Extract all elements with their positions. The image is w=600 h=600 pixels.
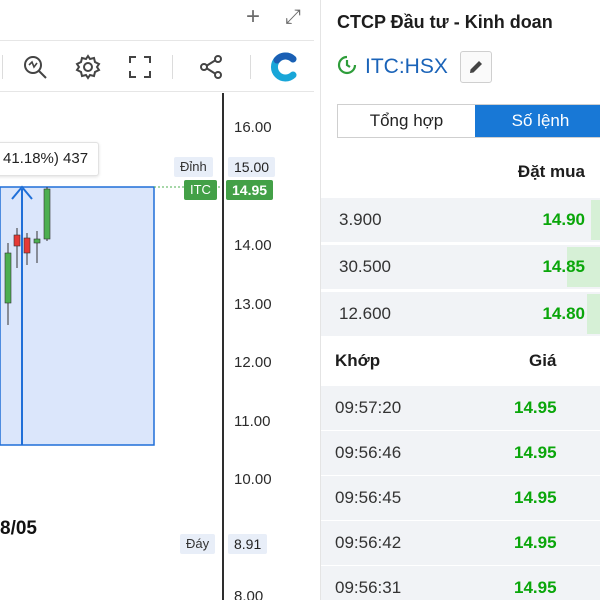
edit-pencil-icon[interactable] (459, 51, 492, 83)
match-price: 14.95 (514, 533, 557, 552)
toolbar-divider (172, 55, 173, 79)
fullscreen-icon[interactable] (124, 51, 156, 83)
expand-icon[interactable]: ⤢ (280, 4, 306, 30)
match-row[interactable]: 09:56:46 14.95 (321, 431, 600, 475)
bid-row[interactable]: 12.600 14.80 (321, 292, 600, 336)
bid-volume-bar (587, 294, 600, 334)
bid-price: 14.85 (542, 257, 585, 276)
bid-column-title: Đặt mua (517, 162, 585, 181)
bid-row[interactable]: 30.500 14.85 (321, 245, 600, 289)
match-time: 09:57:20 (335, 398, 402, 417)
chart-toolbar (0, 40, 314, 92)
match-header: Khớp Giá (321, 340, 600, 380)
match-price-title: Giá (529, 351, 557, 370)
order-book-panel: CTCP Đầu tư - Kinh doan ITC:HSX Tổng hợp… (320, 0, 600, 600)
match-price: 14.95 (514, 578, 557, 597)
match-price: 14.95 (514, 398, 557, 417)
price-tick: 14.00 (234, 237, 272, 254)
match-row[interactable]: 09:56:31 14.95 (321, 566, 600, 600)
low-label: Đáy (180, 534, 216, 554)
candle-body (33, 238, 41, 244)
match-row[interactable]: 09:56:42 14.95 (321, 521, 600, 565)
bid-header: Đặt mua (321, 162, 600, 188)
add-icon[interactable]: + (240, 4, 266, 30)
price-tick: 11.00 (234, 413, 271, 430)
candle-body (23, 237, 31, 254)
bid-quantity: 30.500 (339, 257, 391, 276)
bid-quantity: 3.900 (339, 210, 382, 229)
candle-body (13, 234, 21, 247)
price-tick: 16.00 (234, 119, 272, 136)
match-price: 14.95 (514, 443, 557, 462)
toolbar-divider (250, 55, 251, 79)
bid-quantity: 12.600 (339, 304, 391, 323)
brand-logo-icon[interactable] (268, 51, 300, 83)
bid-price: 14.90 (542, 210, 585, 229)
company-name: CTCP Đầu tư - Kinh doan (337, 12, 553, 32)
match-time: 09:56:45 (335, 488, 402, 507)
match-time: 09:56:42 (335, 533, 402, 552)
match-price: 14.95 (514, 488, 557, 507)
share-icon[interactable] (195, 51, 227, 83)
ticker-symbol[interactable]: ITC:HSX (365, 55, 448, 79)
price-tick: 13.00 (234, 296, 272, 313)
chart-panel: + ⤢ 41.18%) 437 8/05 16.00 14.00 13.00 1… (0, 0, 314, 600)
measure-tooltip: 41.18%) 437 (0, 142, 100, 176)
ticker-row: ITC:HSX (335, 50, 492, 84)
match-row[interactable]: 09:57:20 14.95 (321, 386, 600, 430)
high-label: Đỉnh (174, 157, 213, 177)
window-top-strip: + ⤢ (0, 0, 314, 36)
toolbar-divider (2, 55, 3, 79)
match-time: 09:56:31 (335, 578, 402, 597)
measure-range-band (0, 186, 155, 446)
current-price-badge: 14.95 (226, 180, 274, 200)
match-time-title: Khớp (335, 351, 381, 370)
panel-tabs: Tổng hợp Số lệnh (337, 104, 600, 138)
candle-body (43, 188, 51, 240)
current-symbol-badge: ITC (184, 180, 217, 200)
price-tick: 8.00 (234, 588, 264, 600)
candle-body (4, 252, 12, 304)
high-value: 15.00 (228, 157, 276, 177)
tab-summary[interactable]: Tổng hợp (338, 105, 475, 137)
clock-icon (335, 53, 359, 82)
indicator-search-icon[interactable] (19, 51, 51, 83)
low-value: 8.91 (228, 534, 268, 554)
match-time: 09:56:46 (335, 443, 402, 462)
date-axis-label: 8/05 (0, 518, 37, 539)
price-tick: 12.00 (234, 354, 272, 371)
bid-row[interactable]: 3.900 14.90 (321, 198, 600, 242)
bid-volume-bar (591, 200, 600, 240)
tab-orders[interactable]: Số lệnh (474, 105, 600, 137)
bid-price: 14.80 (542, 304, 585, 323)
match-row[interactable]: 09:56:45 14.95 (321, 476, 600, 520)
price-tick: 10.00 (234, 471, 272, 488)
price-axis[interactable]: 16.00 14.00 13.00 12.00 11.00 10.00 8.00… (174, 93, 314, 600)
settings-gear-icon[interactable] (72, 51, 104, 83)
